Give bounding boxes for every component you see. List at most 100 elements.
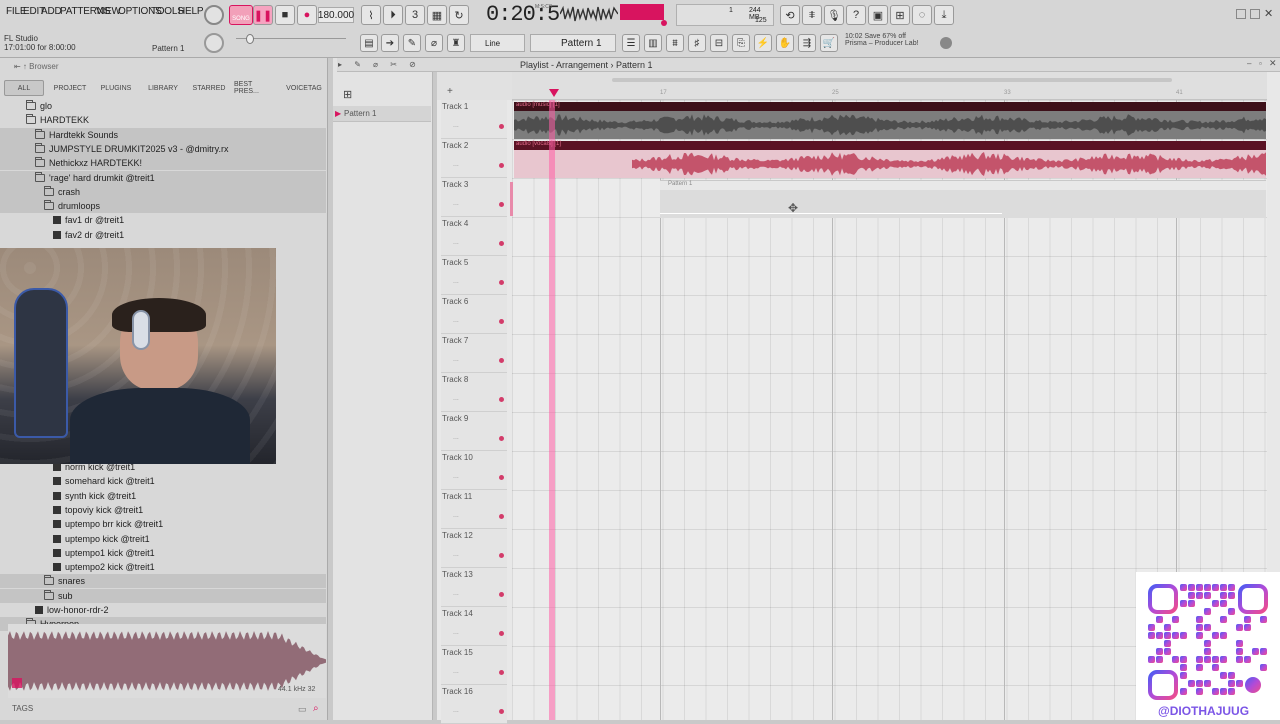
track-mute-led[interactable] xyxy=(499,163,504,168)
touch-keyboard-button[interactable]: ⚡ xyxy=(754,34,772,52)
track-header[interactable]: Track 15... xyxy=(441,646,507,685)
track-header[interactable]: Track 16... xyxy=(441,685,507,724)
track-mute-led[interactable] xyxy=(499,124,504,129)
pattern-list-piano-icon[interactable]: ⊞ xyxy=(343,88,352,101)
browser-tree-item[interactable]: uptempo kick @treit1 xyxy=(0,532,326,546)
track-header[interactable]: Track 6... xyxy=(441,295,507,334)
playlist-close-icon[interactable]: ✕ xyxy=(1269,58,1277,69)
track-menu-icon[interactable]: ... xyxy=(453,200,459,207)
browser-tree-item[interactable]: uptempo1 kick @treit1 xyxy=(0,546,326,560)
track-menu-icon[interactable]: ... xyxy=(453,473,459,480)
track-header[interactable]: Track 12... xyxy=(441,529,507,568)
track-mute-led[interactable] xyxy=(499,319,504,324)
track-menu-icon[interactable]: ... xyxy=(453,707,459,714)
browser-tree-item[interactable]: glo xyxy=(0,99,326,113)
record-button[interactable]: ● xyxy=(297,5,317,25)
track-menu-icon[interactable]: ... xyxy=(453,161,459,168)
browser-tree-item[interactable]: topoviy kick @treit1 xyxy=(0,503,326,517)
browser-tree-item[interactable]: fav2 dr @treit1 xyxy=(0,228,326,242)
help-button[interactable]: ? xyxy=(846,5,866,25)
track-header[interactable]: Track 3... xyxy=(441,178,507,217)
browser-tree-item[interactable]: somehard kick @treit1 xyxy=(0,474,326,488)
track-header[interactable]: Track 8... xyxy=(441,373,507,412)
menu-add[interactable]: ADD xyxy=(41,6,62,17)
piano-roll-mode-button[interactable]: ▤ xyxy=(360,34,378,52)
browser-tree-item[interactable]: Nethickxz HARDTEKK! xyxy=(0,156,326,171)
track-mute-led[interactable] xyxy=(499,631,504,636)
metronome-button[interactable]: ⌇ xyxy=(361,5,381,25)
track-mute-led[interactable] xyxy=(499,202,504,207)
channel-rack-button[interactable]: ☰ xyxy=(622,34,640,52)
browser-tab-all[interactable]: ALL xyxy=(4,80,44,96)
track-menu-icon[interactable]: ... xyxy=(453,122,459,129)
audio-clip-music[interactable]: audio [music] [1] xyxy=(514,102,1266,139)
track-mute-led[interactable] xyxy=(499,280,504,285)
track-header[interactable]: Track 14... xyxy=(441,607,507,646)
track-header[interactable]: Track 4... xyxy=(441,217,507,256)
snap-selector[interactable]: Line xyxy=(470,34,525,52)
store-button[interactable]: 🛒 xyxy=(820,34,838,52)
track-menu-icon[interactable]: ... xyxy=(453,434,459,441)
browser-back-icon[interactable]: ⇤ ↑ xyxy=(14,62,29,71)
sample-preview[interactable]: 44.1 kHz 32 xyxy=(8,624,326,698)
maximize-icon[interactable] xyxy=(1250,9,1260,19)
search-icon[interactable]: ⌕ xyxy=(313,703,319,714)
track-header[interactable]: Track 5... xyxy=(441,256,507,295)
mixer-button[interactable]: ⩨ xyxy=(802,5,822,25)
playlist-minimize-icon[interactable]: – xyxy=(1247,59,1251,68)
browser-tree-item[interactable]: Hardtekk Sounds xyxy=(0,127,326,142)
countdown-button[interactable]: 3 xyxy=(405,5,425,25)
master-volume-slider[interactable] xyxy=(236,34,346,44)
track-mute-led[interactable] xyxy=(499,514,504,519)
track-header[interactable]: Track 11... xyxy=(441,490,507,529)
close-window-icon[interactable]: ✕ xyxy=(1264,7,1273,20)
track-mute-led[interactable] xyxy=(499,592,504,597)
browser-tree-item[interactable]: crash xyxy=(0,184,326,199)
timeline-ruler[interactable]: 17 25 33 41 xyxy=(512,72,1267,100)
pause-button[interactable]: ❚❚ xyxy=(253,5,273,25)
save-button[interactable]: ▣ xyxy=(868,5,888,25)
browser-tree-item[interactable]: uptempo2 kick @treit1 xyxy=(0,560,326,574)
track-menu-icon[interactable]: ... xyxy=(453,590,459,597)
browser-tree-item[interactable]: synth kick @treit1 xyxy=(0,489,326,503)
browser-tab-library[interactable]: LIBRARY xyxy=(142,80,184,96)
browser-tree-item[interactable]: 'rage' hard drumkit @treit1 xyxy=(0,170,326,185)
track-header[interactable]: Track 2... xyxy=(441,139,507,178)
stamp-button[interactable]: ♜ xyxy=(447,34,465,52)
track-menu-icon[interactable]: ... xyxy=(453,317,459,324)
browser-tree-item[interactable]: snares xyxy=(0,574,326,589)
tags-label[interactable]: TAGS xyxy=(12,704,33,713)
track-menu-icon[interactable]: ... xyxy=(453,356,459,363)
timeline-scrollbar[interactable] xyxy=(612,78,1172,82)
folder-icon[interactable]: ▭ xyxy=(298,704,307,715)
track-menu-icon[interactable]: ... xyxy=(453,551,459,558)
audio-input-button[interactable]: 🎙 xyxy=(824,5,844,25)
loop-record-button[interactable]: ↻ xyxy=(449,5,469,25)
pencil-button[interactable]: ✎ xyxy=(403,34,421,52)
render-button[interactable]: ⇶ xyxy=(798,34,816,52)
download-button[interactable]: ⤓ xyxy=(934,5,954,25)
pattern-selector[interactable]: Pattern 1 xyxy=(530,34,616,52)
track-mute-led[interactable] xyxy=(499,358,504,363)
track-mute-led[interactable] xyxy=(499,670,504,675)
browser-tree-item[interactable]: JUMPSTYLE DRUMKIT2025 v3 - @dmitry.rx xyxy=(0,141,326,156)
browser-tab-plugins[interactable]: PLUGINS xyxy=(96,80,136,96)
track-header[interactable]: Track 13... xyxy=(441,568,507,607)
menu-help[interactable]: HELP xyxy=(178,6,204,17)
browser-tab-voicetag[interactable]: VOICETAG xyxy=(282,80,326,96)
track-mute-led[interactable] xyxy=(499,475,504,480)
tempo-display[interactable]: 180.000 xyxy=(318,7,354,23)
playlist-restore-icon[interactable]: ▫ xyxy=(1259,59,1262,68)
playlist-button[interactable]: ▥ xyxy=(644,34,662,52)
step-edit-button[interactable]: ▦ xyxy=(427,5,447,25)
track-header[interactable]: Track 10... xyxy=(441,451,507,490)
browser-tree-item[interactable]: low-honor-rdr-2 xyxy=(0,603,326,617)
browser-tree-item[interactable]: HARDTEKK xyxy=(0,113,326,127)
news-panel[interactable]: 10:02 Save 67% off Prisma – Producer Lab… xyxy=(845,33,955,53)
playlist-tool-icons[interactable]: ▸ ✎ ⌀ ✂ ⊘ xyxy=(338,60,434,72)
track-mute-led[interactable] xyxy=(499,436,504,441)
track-mute-led[interactable] xyxy=(499,709,504,714)
playhead-marker[interactable] xyxy=(549,89,559,97)
audio-clip-vocals[interactable]: audio [vocals] [1] xyxy=(514,141,1266,178)
track-menu-icon[interactable]: ... xyxy=(453,629,459,636)
